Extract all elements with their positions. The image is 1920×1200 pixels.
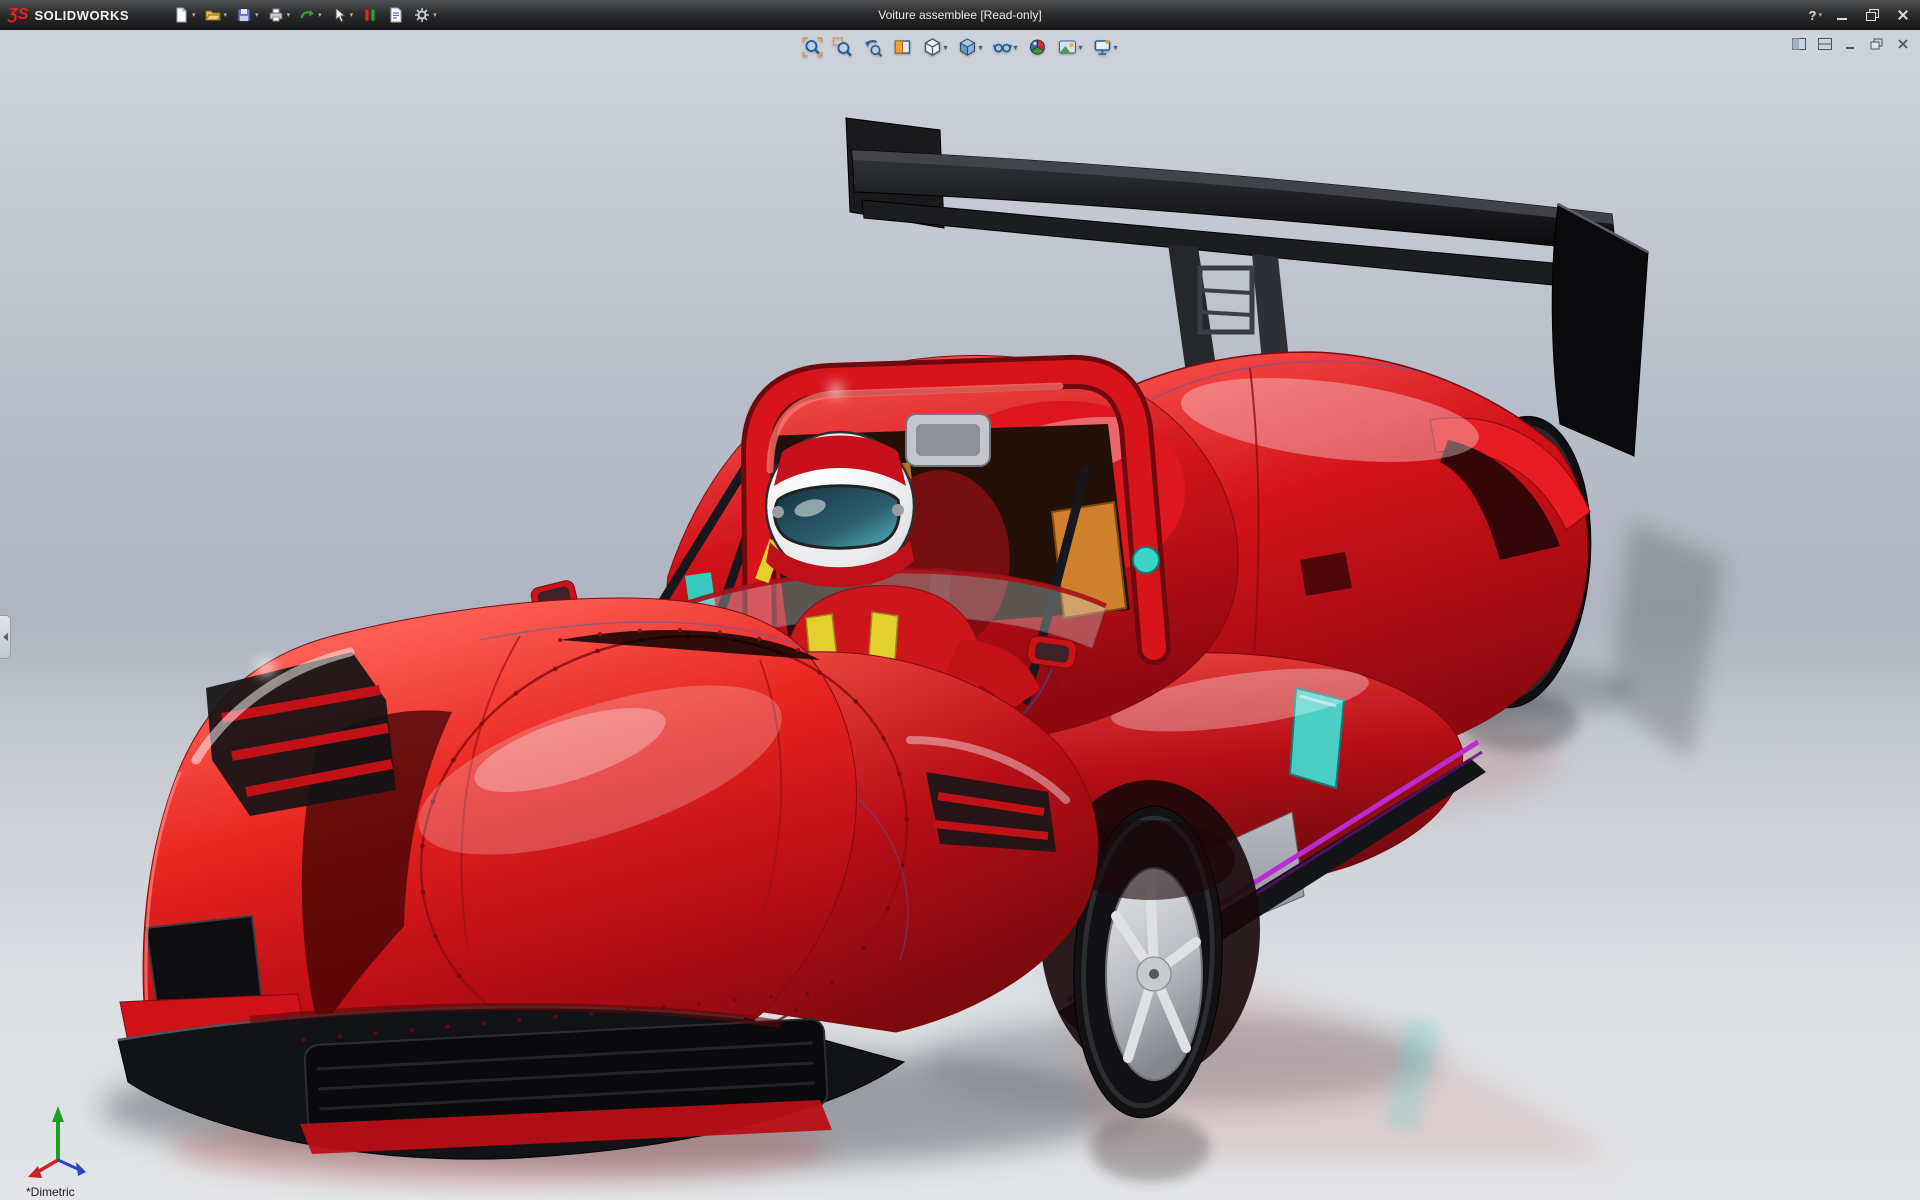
solidworks-logo: ƷS SOLIDWORKS [0, 7, 143, 23]
title-bar: ƷS SOLIDWORKS ▾ ▾ ▾ ▾ ▾ ▾ ▾ Voiture asse… [0, 0, 1920, 30]
save-icon[interactable]: ▾ [232, 4, 262, 26]
doc-close-icon[interactable] [1894, 36, 1912, 52]
hide-show-items-icon[interactable]: ▾ [990, 36, 1019, 58]
minimize-button[interactable] [1836, 9, 1850, 21]
new-document-icon[interactable]: ▾ [169, 4, 199, 26]
document-window-controls [1790, 36, 1912, 52]
model-scene[interactable] [0, 30, 1920, 1200]
quick-access-toolbar: ▾ ▾ ▾ ▾ ▾ ▾ ▾ [169, 4, 440, 26]
print-icon[interactable]: ▾ [264, 4, 294, 26]
zoom-to-fit-icon[interactable] [800, 36, 824, 58]
select-cursor-icon[interactable]: ▾ [327, 4, 357, 26]
doc-minimize-icon[interactable] [1842, 36, 1860, 52]
doc-restore-icon[interactable] [1868, 36, 1886, 52]
helmet-visor [773, 484, 901, 550]
chevron-left-icon [2, 633, 8, 641]
close-button[interactable] [1896, 9, 1910, 21]
window-split-icon[interactable] [1790, 36, 1808, 52]
display-style-icon[interactable]: ▾ [955, 36, 984, 58]
undo-icon[interactable]: ▾ [295, 4, 325, 26]
options-gear-icon[interactable]: ▾ [410, 4, 440, 26]
cyan-fitting [1132, 546, 1160, 574]
previous-view-icon[interactable] [860, 36, 884, 58]
graphics-viewport[interactable]: ▾ ▾ ▾ ▾ ▾ *Dimetric [0, 30, 1920, 1200]
edit-appearance-icon[interactable] [1026, 36, 1050, 58]
reference-triad [28, 1106, 86, 1178]
open-document-icon[interactable]: ▾ [201, 4, 231, 26]
file-properties-icon[interactable] [384, 4, 408, 26]
restore-button[interactable] [1866, 9, 1880, 21]
section-view-icon[interactable] [890, 36, 914, 58]
view-settings-icon[interactable]: ▾ [1091, 36, 1120, 58]
solidworks-logo-icon: ƷS [8, 6, 29, 23]
orientation-label: *Dimetric [26, 1185, 75, 1199]
view-orientation-icon[interactable]: ▾ [920, 36, 949, 58]
window-pane-icon[interactable] [1816, 36, 1834, 52]
apply-scene-icon[interactable]: ▾ [1056, 36, 1085, 58]
rebuild-icon[interactable] [358, 4, 382, 26]
zoom-to-area-icon[interactable] [830, 36, 854, 58]
feature-panel-collapse-tab[interactable] [0, 615, 11, 659]
brand-name: SOLIDWORKS [34, 7, 130, 23]
help-button[interactable]: ? ▾ [1809, 8, 1822, 23]
heads-up-view-toolbar: ▾ ▾ ▾ ▾ ▾ [800, 36, 1119, 58]
